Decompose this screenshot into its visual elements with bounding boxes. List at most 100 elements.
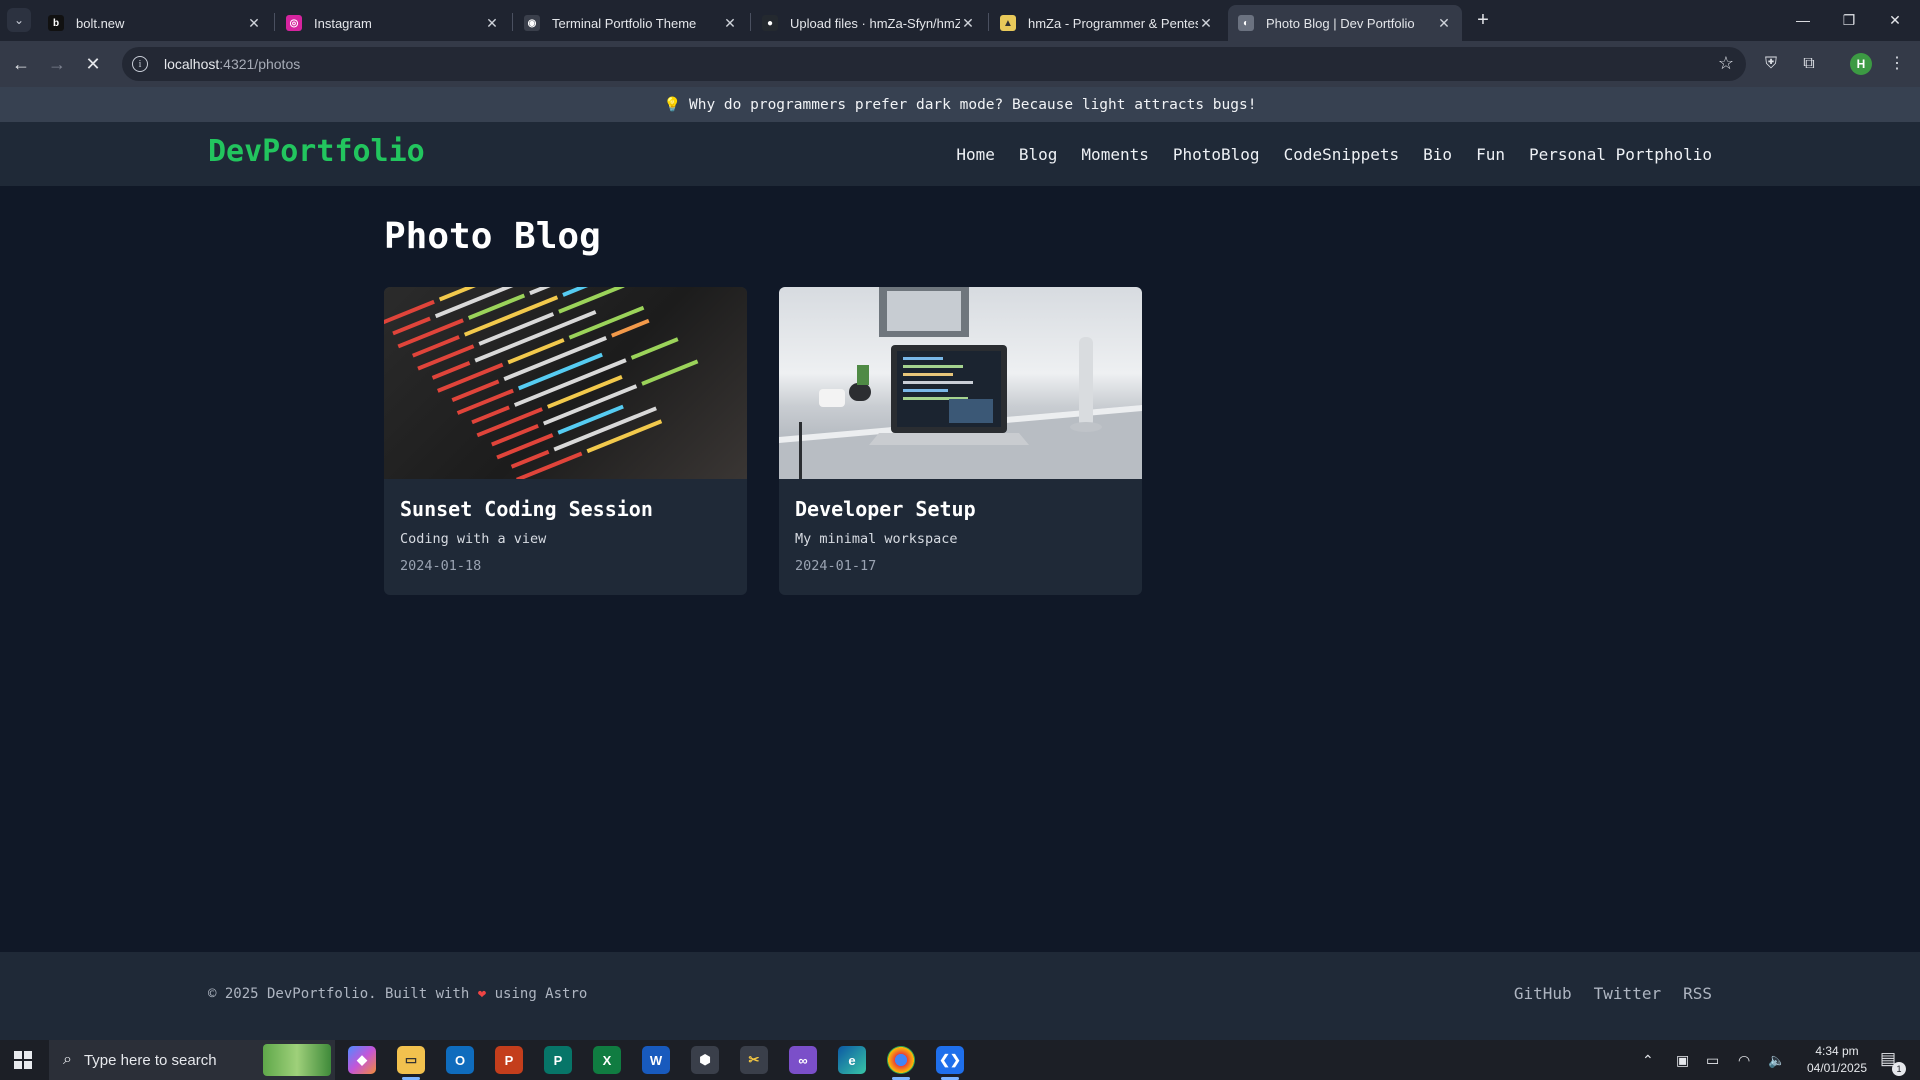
nav-photoblog[interactable]: PhotoBlog <box>1173 145 1260 164</box>
word-icon[interactable]: W <box>642 1046 670 1074</box>
card-date: 2024-01-17 <box>795 558 877 574</box>
tab-divider <box>988 13 989 31</box>
nav-codesnippets[interactable]: CodeSnippets <box>1284 145 1400 164</box>
copyright-pre: © 2025 DevPortfolio. Built with <box>208 986 470 1002</box>
new-tab-button[interactable]: + <box>1470 8 1496 32</box>
close-icon[interactable]: ✕ <box>246 15 262 32</box>
photo-card[interactable]: Developer Setup My minimal workspace 202… <box>779 287 1142 595</box>
tab-title: hmZa - Programmer & Pentester <box>1028 15 1198 31</box>
instagram-favicon-icon: ◎ <box>286 15 302 31</box>
outlook-icon[interactable]: O <box>446 1046 474 1074</box>
card-body: Developer Setup My minimal workspace 202… <box>779 479 1142 574</box>
copyright-text: © 2025 DevPortfolio. Built with ❤ using … <box>208 986 587 1002</box>
close-icon[interactable]: ✕ <box>1198 15 1214 32</box>
code-screen-photo-icon[interactable] <box>384 287 747 479</box>
footer-link-github[interactable]: GitHub <box>1514 984 1572 1003</box>
powerpoint-icon[interactable]: P <box>495 1046 523 1074</box>
card-date: 2024-01-18 <box>400 558 482 574</box>
excel-icon[interactable]: X <box>593 1046 621 1074</box>
clock-date: 04/01/2025 <box>1806 1061 1868 1075</box>
card-title[interactable]: Developer Setup <box>795 497 1126 521</box>
footer-link-twitter[interactable]: Twitter <box>1594 984 1661 1003</box>
close-icon[interactable]: ✕ <box>484 15 500 32</box>
taskbar: ⌕ Type here to search ◆ ▭ O P P X W ⬢ ✂ … <box>0 1040 1920 1080</box>
url-host: localhost <box>164 56 220 72</box>
site-header: DevPortfolio Home Blog Moments PhotoBlog… <box>0 122 1920 186</box>
laptop-desk-photo-icon[interactable] <box>779 287 1142 479</box>
back-arrow-icon[interactable]: ← <box>8 51 34 77</box>
tab-title: bolt.new <box>76 15 125 31</box>
close-icon[interactable]: ✕ <box>722 15 738 32</box>
search-icon: ⌕ <box>63 1051 72 1068</box>
tray-chevron-icon[interactable]: ⌃ <box>1642 1052 1654 1069</box>
notification-count-badge: 1 <box>1892 1062 1906 1076</box>
profile-avatar[interactable]: H <box>1850 53 1872 75</box>
announcement-text: Why do programmers prefer dark mode? Bec… <box>689 96 1257 113</box>
shield-extension-icon[interactable]: ⛨ <box>1758 51 1784 77</box>
edge-icon[interactable]: e <box>838 1046 866 1074</box>
nav-blog[interactable]: Blog <box>1019 145 1058 164</box>
more-menu-icon[interactable]: ⋮ <box>1884 51 1910 77</box>
bookmark-star-icon[interactable]: ☆ <box>1718 53 1734 74</box>
tray-device-icon[interactable]: ▣ <box>1676 1052 1689 1069</box>
tab-bolt[interactable]: b bolt.new ✕ <box>38 5 272 41</box>
nav-personal-portpholio[interactable]: Personal Portpholio <box>1529 145 1712 164</box>
site-logo[interactable]: DevPortfolio <box>208 134 425 169</box>
tab-divider <box>750 13 751 31</box>
file-explorer-icon[interactable]: ▭ <box>397 1046 425 1074</box>
heart-icon: ❤ <box>477 986 487 1002</box>
tab-divider <box>274 13 275 31</box>
card-description: My minimal workspace <box>795 531 958 547</box>
site-footer: © 2025 DevPortfolio. Built with ❤ using … <box>0 952 1920 1040</box>
tab-title: Upload files · hmZa-Sfyn/hmZa <box>790 15 960 31</box>
close-icon[interactable]: ✕ <box>960 15 976 32</box>
url-text[interactable]: localhost:4321/photos <box>164 56 300 72</box>
photo-grid: Sunset Coding Session Coding with a view… <box>384 287 1536 595</box>
nav-moments[interactable]: Moments <box>1081 145 1148 164</box>
vscode-icon[interactable]: ❮❯ <box>936 1046 964 1074</box>
photo-card[interactable]: Sunset Coding Session Coding with a view… <box>384 287 747 595</box>
wifi-icon[interactable]: ◠ <box>1738 1052 1750 1069</box>
publisher-icon[interactable]: P <box>544 1046 572 1074</box>
battery-icon[interactable]: ▭ <box>1706 1052 1719 1069</box>
footer-link-rss[interactable]: RSS <box>1683 984 1712 1003</box>
copilot-icon[interactable]: ◆ <box>348 1046 376 1074</box>
site-info-icon[interactable]: i <box>132 56 148 72</box>
tab-github-upload[interactable]: ● Upload files · hmZa-Sfyn/hmZa ✕ <box>752 5 986 41</box>
loading-favicon-icon: ◐ <box>1238 15 1254 31</box>
copyright-post: using Astro <box>494 986 588 1002</box>
main-nav: Home Blog Moments PhotoBlog CodeSnippets… <box>956 122 1712 186</box>
browser-toolbar: ← → ✕ i localhost:4321/photos ☆ ⛨ ⧉ H ⋮ <box>0 41 1920 87</box>
tab-hmza[interactable]: ▲ hmZa - Programmer & Pentester ✕ <box>990 5 1224 41</box>
app-unknown-icon[interactable]: ⬢ <box>691 1046 719 1074</box>
forward-arrow-icon[interactable]: → <box>44 51 70 77</box>
visual-studio-icon[interactable]: ∞ <box>789 1046 817 1074</box>
card-title[interactable]: Sunset Coding Session <box>400 497 731 521</box>
url-path: :4321/photos <box>219 56 301 72</box>
snipping-tool-icon[interactable]: ✂ <box>740 1046 768 1074</box>
lightbulb-icon: 💡 <box>663 96 681 113</box>
announcement-bar: 💡 Why do programmers prefer dark mode? B… <box>0 87 1920 122</box>
nav-home[interactable]: Home <box>956 145 995 164</box>
stop-loading-icon[interactable]: ✕ <box>80 51 106 77</box>
nav-bio[interactable]: Bio <box>1423 145 1452 164</box>
tab-search-chevron-icon[interactable]: ⌄ <box>7 8 31 32</box>
terminal-favicon-icon: ◉ <box>524 15 540 31</box>
volume-icon[interactable]: 🔈 <box>1768 1052 1785 1069</box>
windows-start-icon[interactable] <box>14 1051 32 1069</box>
system-clock[interactable]: 4:34 pm 04/01/2025 <box>1800 1043 1874 1077</box>
restore-icon[interactable]: ❐ <box>1826 7 1872 33</box>
close-icon[interactable]: ✕ <box>1436 15 1452 32</box>
tab-photo-blog[interactable]: ◐ Photo Blog | Dev Portfolio ✕ <box>1228 5 1462 41</box>
tab-terminal-portfolio[interactable]: ◉ Terminal Portfolio Theme ✕ <box>514 5 748 41</box>
hmza-favicon-icon: ▲ <box>1000 15 1016 31</box>
tab-instagram[interactable]: ◎ Instagram ✕ <box>276 5 510 41</box>
address-bar[interactable]: i localhost:4321/photos ☆ <box>122 47 1746 81</box>
window-close-icon[interactable]: ✕ <box>1872 7 1918 33</box>
taskbar-search-box[interactable]: ⌕ Type here to search <box>49 1040 335 1080</box>
minimize-icon[interactable]: — <box>1780 7 1826 33</box>
footer-links: GitHub Twitter RSS <box>1514 984 1712 1003</box>
chrome-icon[interactable] <box>887 1046 915 1074</box>
extensions-puzzle-icon[interactable]: ⧉ <box>1796 51 1822 77</box>
nav-fun[interactable]: Fun <box>1476 145 1505 164</box>
